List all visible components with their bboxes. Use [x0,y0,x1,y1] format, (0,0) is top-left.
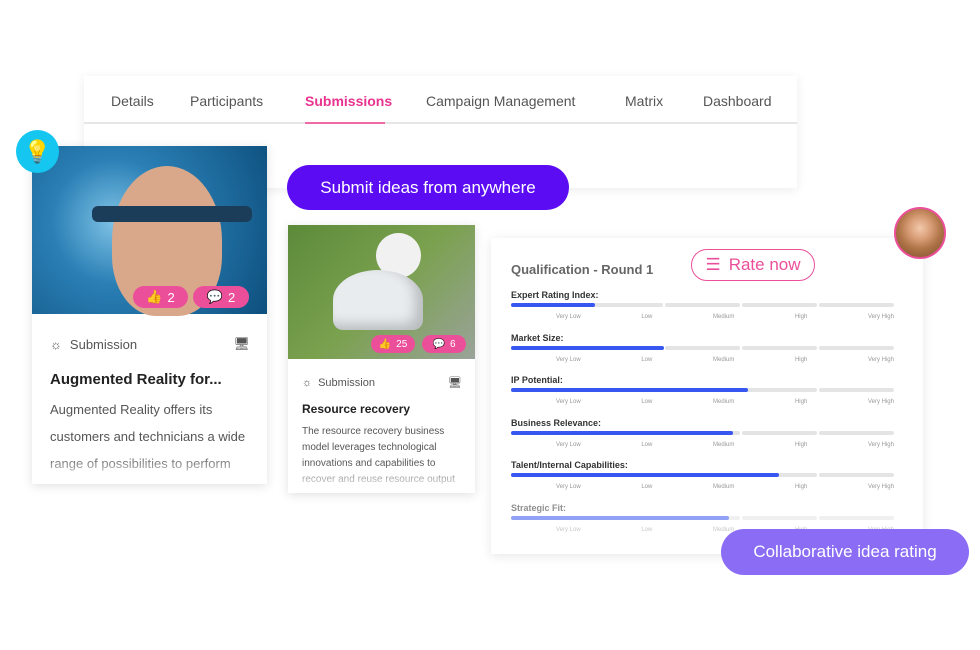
rating-segment [665,303,740,307]
rating-criterion: Business Relevance: Very Low Low Medium High… [511,418,894,448]
rating-slider[interactable] [511,388,894,392]
monitor-icon: 🖥 [233,336,250,351]
scale-label: Medium [712,484,735,490]
rating-segment [819,430,894,435]
criterion-label: Talent/Internal Capabilities: [511,460,628,470]
rate-now-button[interactable]: ☰ Rate now [691,249,815,281]
card-type: Submission [318,376,375,389]
rating-card: Qualification - Round 1 ☰ Rate now Expert… [491,238,923,554]
monitor-icon: 🖥 [448,377,462,389]
submit-ideas-banner: Submit ideas from anywhere [287,165,569,210]
comment-icon: 💬 [206,289,223,304]
tab-details[interactable]: Details [111,93,154,109]
active-tab-indicator [305,122,385,124]
criterion-label: Market Size: [511,332,564,343]
sliders-icon: ☰ [705,255,721,274]
rating-fill [511,303,596,307]
rating-criterion: Market Size: Very Low Low Medium High Very Hi… [511,333,894,363]
rating-segment [819,388,894,392]
scale-label: Very High [867,484,894,490]
rating-segment [588,303,663,307]
lightbulb-icon: 💡 [16,130,59,173]
criterion-label: Business Relevance: [511,417,602,428]
card-type: Submission [69,336,138,352]
scale-label: High [794,441,808,448]
rating-segment [819,303,894,307]
scale-label: Low [641,314,653,320]
rating-criterion: Expert Rating Index: Very Low Low Medium Hig… [511,290,894,320]
avatar [894,207,946,259]
comments-badge[interactable]: 💬 2 [193,286,249,308]
scale-label: Low [641,399,653,405]
rating-fill [511,345,665,350]
tab-bar: Details Participants Submissions Campaig… [84,84,797,124]
scale-label: Low [641,484,653,490]
rating-criterion: Talent/Internal Capabilities: Very Low Low… [511,460,894,490]
rating-segment [742,345,817,350]
tab-matrix[interactable]: Matrix [625,93,663,109]
rating-segment [819,515,894,520]
criterion-label: Strategic Fit: [511,502,567,513]
card-title: Resource recovery [302,402,411,416]
rating-segment [665,345,740,350]
idea-icon: ☼ [302,376,313,389]
rating-fill [511,430,734,435]
scale-label: Medium [712,356,735,363]
rating-criterion: Strategic Fit:Very LowLowMediumHighVery … [511,503,894,533]
scale-label: High [794,399,808,405]
submission-card[interactable]: 👍 25 💬 6 ☼ Submission 🖥 Resource recovery Th… [288,225,475,493]
rating-segment [742,430,817,435]
rating-segment [819,345,894,350]
scale-label: Medium [712,441,735,448]
rating-segment [819,473,894,477]
scale-label: Very Low [556,526,581,533]
idea-icon: ☼ [50,336,62,352]
tab-submissions[interactable]: Submissions [305,93,392,109]
rating-slider[interactable] [511,345,894,350]
scale-label: Very High [867,314,894,320]
scale-label: Very High [867,356,894,363]
tab-participants[interactable]: Participants [190,93,263,109]
scale-label: Very Low [556,356,581,363]
rating-fill [511,473,780,477]
scale-label: High [794,484,808,490]
criterion-label: IP Potential: [511,375,563,385]
rating-slider[interactable] [511,430,894,435]
tab-campaign-management[interactable]: Campaign Management [426,93,575,109]
likes-badge[interactable]: 👍 25 [371,335,415,353]
scale-label: Medium [712,399,735,405]
scale-label: High [794,314,808,320]
scale-label: Very Low [556,484,581,490]
scale-label: Very Low [556,399,581,405]
scale-label: High [794,356,808,363]
submission-card[interactable]: 👍 2 💬 2 ☼ Submission 🖥 Augmented Reality for… [32,146,267,484]
comments-badge[interactable]: 💬 6 [422,335,466,353]
scale-label: Very Low [556,441,581,448]
round-title: Qualification - Round 1 [511,262,654,277]
criterion-label: Expert Rating Index: [511,290,599,300]
rating-criterion: IP Potential: Very Low Low Medium High Very H… [511,375,894,405]
rating-slider[interactable] [511,473,894,477]
rating-slider[interactable] [511,515,894,520]
thumbs-up-icon: 👍 [146,289,163,304]
scale-label: Very High [867,441,894,448]
rating-segment [742,303,817,307]
rating-segment [742,515,817,520]
likes-badge[interactable]: 👍 2 [133,286,188,308]
tab-dashboard[interactable]: Dashboard [703,93,772,109]
scale-label: Low [641,526,653,533]
thumbs-up-icon: 👍 [378,338,392,350]
rating-fill [511,388,749,392]
comment-icon: 💬 [432,338,445,350]
card-title: Augmented Reality for... [50,371,222,388]
collaborative-rating-banner: Collaborative idea rating [721,529,969,575]
scale-label: Medium [712,314,735,320]
scale-label: Very Low [556,314,581,320]
rating-slider[interactable] [511,303,894,307]
rating-fill [511,515,730,520]
scale-label: Low [641,356,653,363]
rating-segment [742,388,817,392]
scale-label: Very High [867,399,894,405]
scale-label: Low [641,441,653,448]
